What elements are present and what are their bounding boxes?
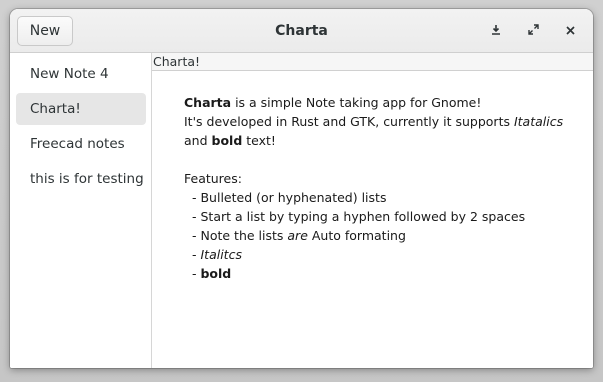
editor-text: Auto formating	[307, 228, 406, 243]
editor-line: and bold text!	[184, 131, 579, 150]
desktop-background: New Charta New Note 4 Charta! Freecad no…	[0, 0, 603, 382]
sidebar-item-new-note-4[interactable]: New Note 4	[16, 58, 146, 90]
italic-text: are	[287, 228, 308, 243]
editor-line: Charta is a simple Note taking app for G…	[184, 93, 579, 112]
note-title-field[interactable]: Charta!	[152, 53, 593, 71]
editor-blank-line	[184, 150, 579, 169]
list-item: - bold	[184, 264, 579, 283]
list-item: - Start a list by typing a hyphen follow…	[184, 207, 579, 226]
editor-text: - Note the lists	[192, 228, 288, 243]
editor-text: - Bulleted (or hyphenated) lists	[192, 190, 387, 205]
notes-sidebar: New Note 4 Charta! Freecad notes this is…	[10, 53, 152, 368]
note-content-area: Charta! Charta is a simple Note taking a…	[152, 53, 593, 368]
editor-line: Features:	[184, 169, 579, 188]
app-window: New Charta New Note 4 Charta! Freecad no…	[10, 9, 593, 368]
list-item: - Italitcs	[184, 245, 579, 264]
italic-text: Itatalics	[513, 114, 564, 129]
editor-text: It's developed in Rust and GTK, currentl…	[184, 114, 514, 129]
editor-text: is a simple Note taking app for Gnome!	[231, 95, 482, 110]
editor-text: and	[184, 133, 212, 148]
maximize-icon	[527, 24, 539, 35]
download-button[interactable]	[486, 21, 506, 41]
bold-text: bold	[211, 133, 243, 148]
list-item: - Note the lists are Auto formating	[184, 226, 579, 245]
features-heading: Features:	[184, 171, 242, 186]
editor-text: - Start a list by typing a hyphen follow…	[192, 209, 526, 224]
editor-line: It's developed in Rust and GTK, currentl…	[184, 112, 579, 131]
maximize-button[interactable]	[523, 21, 543, 41]
sidebar-item-charta[interactable]: Charta!	[16, 93, 146, 125]
note-editor[interactable]: Charta is a simple Note taking app for G…	[184, 93, 579, 283]
bold-text: bold	[200, 266, 232, 281]
sidebar-item-this-is-for-testing[interactable]: this is for testing	[16, 163, 146, 195]
close-button[interactable]	[560, 21, 580, 41]
header-bar: New Charta	[10, 9, 593, 53]
list-item: - Bulleted (or hyphenated) lists	[184, 188, 579, 207]
download-icon	[492, 25, 500, 35]
editor-text: text!	[242, 133, 276, 148]
bold-text: Charta	[184, 95, 232, 110]
italic-text: Italitcs	[200, 247, 242, 262]
new-note-button[interactable]: New	[17, 16, 73, 46]
sidebar-item-freecad-notes[interactable]: Freecad notes	[16, 128, 146, 160]
close-icon	[565, 26, 575, 35]
